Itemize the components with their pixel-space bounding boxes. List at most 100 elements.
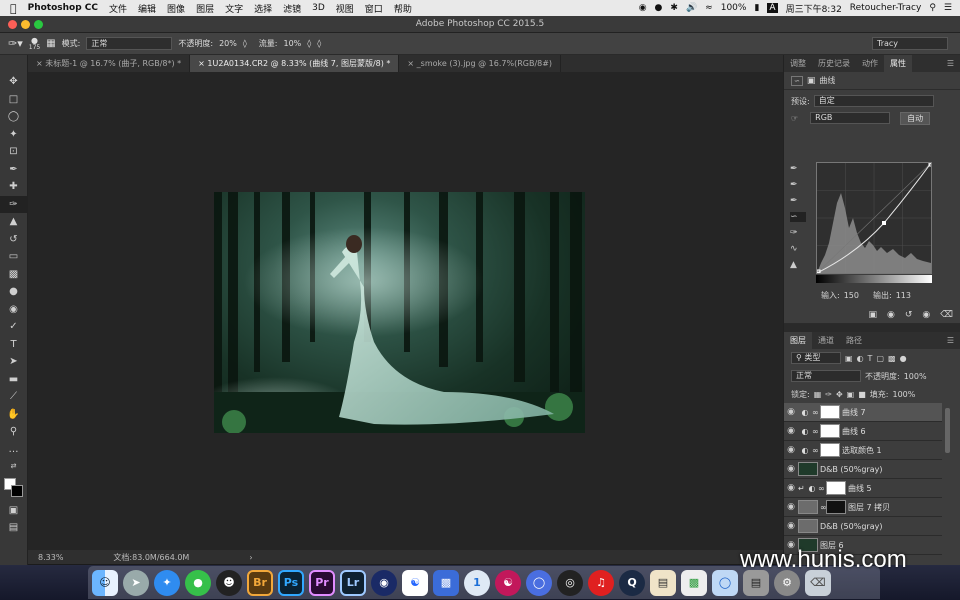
brush-tool-icon[interactable]: ✑ [0,195,27,213]
preview-icon[interactable]: ▤ [650,569,676,596]
view-previous-icon[interactable]: ◉ [887,310,895,320]
lock-all-icon[interactable]: ■ [858,390,866,399]
tab-layers[interactable]: 图层 [784,332,812,349]
mask-thumbnail[interactable] [826,500,846,514]
line-tool-icon[interactable]: ⟋ [0,388,27,406]
mask-thumbnail[interactable] [820,405,840,419]
layer-row[interactable]: ◉ D&B (50%gray) [784,460,942,479]
eye-icon[interactable]: ◉ [784,426,798,436]
pencil-curve-icon[interactable]: ✑ [790,228,806,238]
menu-type[interactable]: 文字 [225,2,243,15]
curve-graph[interactable] [816,162,933,274]
mask-thumbnail[interactable] [820,443,840,457]
menu-layer[interactable]: 图层 [196,2,214,15]
qq-icon[interactable]: ☻ [216,569,242,596]
tab-close-icon[interactable]: × [407,59,414,68]
eye-icon[interactable]: ◉ [784,521,798,531]
white-point-eyedropper-icon[interactable]: ✒ [790,196,806,206]
menu-edit[interactable]: 编辑 [138,2,156,15]
wifi-icon[interactable]: ≈ [705,3,713,13]
blur-tool-icon[interactable]: ● [0,283,27,301]
output-value[interactable]: 113 [896,291,911,300]
wechat-tray-icon[interactable]: ● [655,3,663,13]
lock-artboard-icon[interactable]: ▣ [847,390,855,399]
background-color[interactable] [11,484,23,497]
lock-transparent-icon[interactable]: ▦ [814,390,822,399]
crop-tool-icon[interactable]: ⊡ [0,143,27,161]
menu-3d[interactable]: 3D [312,3,325,13]
layer-thumbnail[interactable] [798,519,818,533]
tab-channels[interactable]: 通道 [812,332,840,349]
photo-app-icon[interactable]: ▩ [433,569,459,596]
bridge-icon[interactable]: Br [247,569,273,596]
layer-row[interactable]: ◉ ◐ ∞ 曲线 7 [784,403,942,422]
workspace-select[interactable]: Tracy [872,37,948,50]
visibility-icon[interactable]: ◉ [922,310,930,320]
panel-menu-icon[interactable]: ☰ [941,55,960,72]
input-method[interactable]: A [767,3,778,13]
menu-help[interactable]: 帮助 [394,2,412,15]
apple-icon[interactable]:  [10,2,17,15]
menu-image[interactable]: 图像 [167,2,185,15]
minimize-window-button[interactable] [21,20,30,29]
tab-paths[interactable]: 路径 [840,332,868,349]
layer-opacity-value[interactable]: 100% [904,372,927,381]
dodge-tool-icon[interactable]: ◉ [0,301,27,319]
gray-point-eyedropper-icon[interactable]: ✒ [790,180,806,190]
tab-adjustments[interactable]: 调整 [784,55,812,72]
menu-app-name[interactable]: Photoshop CC [28,3,98,13]
tab-actions[interactable]: 动作 [856,55,884,72]
pen-tool-icon[interactable]: ✓ [0,318,27,336]
tab-close-icon[interactable]: × [36,59,43,68]
curve-point[interactable] [882,221,886,225]
premiere-icon[interactable]: Pr [309,569,335,596]
quicktime-icon[interactable]: Q [619,569,645,596]
tab-properties[interactable]: 属性 [884,55,912,72]
size-pressure-icon[interactable]: ◊ [317,39,321,48]
filter-type-icon[interactable]: T [868,354,873,363]
screen-mode-icon[interactable]: ▤ [0,519,27,537]
onepassword-icon[interactable]: 1 [464,569,490,596]
brush-tool-preset-icon[interactable]: ✑▾ [8,37,23,50]
zoom-window-button[interactable] [34,20,43,29]
tab-smoke[interactable]: × _smoke (3).jpg @ 16.7%(RGB/8#) [399,55,562,72]
layer-filter-select[interactable]: ⚲ 类型 [791,352,841,364]
swap-colors-icon[interactable]: ⇄ [0,458,27,476]
eyedropper-tool-icon[interactable]: ✒ [0,161,27,179]
finder-icon[interactable]: ☺ [92,569,118,596]
eye-icon[interactable]: ◉ [784,464,798,474]
layers-menu-icon[interactable]: ☰ [941,332,960,349]
opacity-value[interactable]: 20% [219,39,237,48]
on-image-adjust-icon[interactable]: ☞ [791,114,798,123]
browser-icon[interactable]: ◯ [526,569,552,596]
lock-pixels-icon[interactable]: ✑ [825,390,832,399]
mask-icon[interactable]: ▣ [807,76,816,86]
tab-untitled[interactable]: × 未标题-1 @ 16.7% (曲子, RGB/8*) * [28,55,191,72]
marquee-tool-icon[interactable]: □ [0,91,27,109]
layers-scrollbar[interactable] [945,408,950,453]
lasso-tool-icon[interactable]: ◯ [0,108,27,126]
mask-thumbnail[interactable] [820,424,840,438]
close-window-button[interactable] [8,20,17,29]
blend-mode-select[interactable]: 正常 [791,370,861,382]
layer-thumbnail[interactable] [798,462,818,476]
layer-row[interactable]: ◉ ∞ 图层 7 拷贝 [784,498,942,517]
baidu-icon[interactable]: ☯ [402,569,428,596]
black-point-eyedropper-icon[interactable]: ✒ [790,164,806,174]
stamp-tool-icon[interactable]: ▲ [0,213,27,231]
menu-select[interactable]: 选择 [254,2,272,15]
flow-value[interactable]: 10% [284,39,302,48]
smooth-curve-icon[interactable]: ∿ [790,244,806,254]
status-arrow-icon[interactable]: › [249,553,252,562]
cinema4d-icon[interactable]: ◉ [371,569,397,596]
obs-icon[interactable]: ◎ [557,569,583,596]
layer-thumbnail[interactable] [798,500,818,514]
notification-icon[interactable]: ☰ [944,3,952,13]
wechat-icon[interactable]: ● [185,569,211,596]
curves-icon[interactable]: ∽ [791,75,803,86]
auto-button[interactable]: 自动 [900,111,931,125]
quick-mask-icon[interactable]: ▣ [0,502,27,520]
netease-music-icon[interactable]: ♫ [588,569,614,596]
filter-shape-icon[interactable]: ▢ [876,354,884,363]
hand-tool-icon[interactable]: ✋ [0,406,27,424]
